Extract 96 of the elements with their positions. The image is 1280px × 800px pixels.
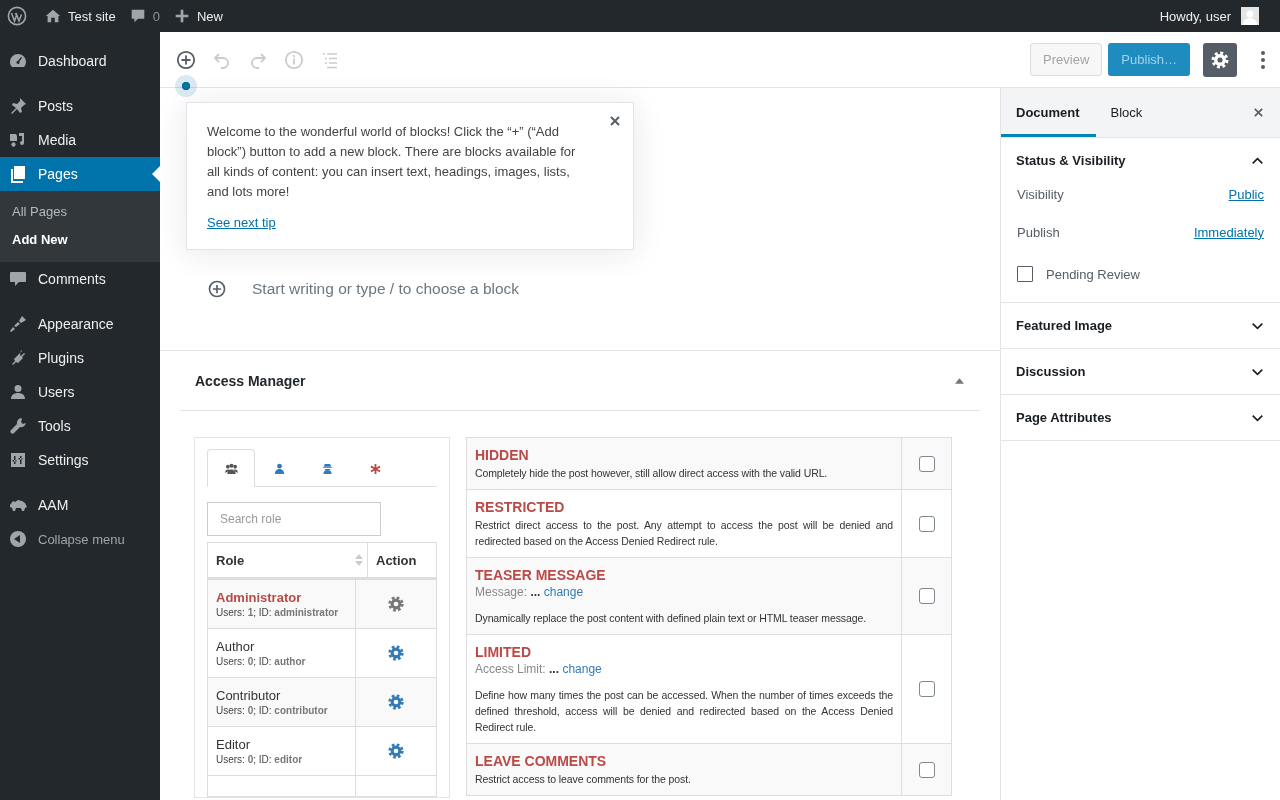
menu-item[interactable]: Settings [0,443,160,477]
gear-icon[interactable] [387,742,405,760]
option-description: Define how many times the post can be accessed. When the number of times exceeds the defined threshold, access will be denied and redirected based on the Access Denied Redirect rule. [475,688,893,735]
sidebar-tab[interactable]: Block [1095,88,1159,137]
menu-item[interactable]: Appearance [0,307,160,341]
checkbox[interactable] [918,515,935,532]
column-header: Action [375,551,418,570]
chevron-up-icon [1251,156,1264,165]
menu-item[interactable]: Users [0,375,160,409]
change-link[interactable]: change [562,662,602,676]
comment-icon [8,269,28,289]
tip-text: Welcome to the wonderful world of blocks! Click the “+” (“Add block”) button to add a new block. There are blocks available for all kinds of content: you can insert text, headings, images, lists, and lots more! [207,123,577,201]
section-toggle[interactable]: Page Attributes [1001,395,1280,440]
option-description: Completely hide the post however, still allow direct access with the valid URL. [475,466,829,481]
chevron-down-icon [1251,321,1264,330]
subject-tab[interactable] [207,449,255,487]
site-link[interactable]: Test site [44,7,116,25]
setting-label: Publish [1017,224,1060,240]
section-toggle[interactable]: Discussion [1001,349,1280,394]
collapse-icon [8,529,28,549]
gear-icon[interactable] [387,693,405,711]
sidebar-tab[interactable]: Document [1001,88,1096,137]
option-title: RESTRICTED [475,499,566,515]
change-link[interactable]: change [543,585,584,599]
person-icon [272,462,286,474]
account-link[interactable]: Howdy, user [1159,7,1259,25]
submenu-item[interactable]: Add New [0,226,160,254]
checkbox-label: Pending Review [1046,266,1140,282]
menu-item[interactable]: Pages [0,157,160,191]
group-icon [224,462,238,474]
menu-item[interactable]: Tools [0,409,160,443]
option-title: TEASER MESSAGE [475,567,607,583]
checkbox[interactable] [918,588,935,604]
checkbox[interactable] [918,455,935,472]
search-field[interactable]: Search role [207,502,381,536]
menu-item[interactable]: Media [0,123,160,157]
sort-icon [355,554,363,566]
option-description: Dynamically replace the post content with defined plain text or HTML teaser message. [475,611,867,626]
wrench-icon [8,416,28,436]
close-icon[interactable] [1253,107,1264,118]
chevron-down-icon [1251,367,1264,376]
collapse-menu-button[interactable]: Collapse menu [0,522,160,556]
pages-icon [8,164,28,184]
gear-icon [1210,49,1230,70]
hooded-person-icon [320,462,334,474]
logo-icon[interactable] [7,6,27,26]
checkbox[interactable] [1017,266,1033,282]
comments-link[interactable]: 0 [128,7,160,25]
setting-label: Access Limit: [475,662,546,676]
asterisk-icon [368,462,382,474]
option-title: LEAVE COMMENTS [475,753,608,769]
setting-link[interactable]: Public [1228,186,1264,202]
next-tip-link[interactable]: See next tip [207,215,276,230]
menu-item[interactable]: Comments [0,262,160,296]
comment-count: 0 [152,8,160,24]
menu-item[interactable]: AAM [0,488,160,522]
setting-label: Visibility [1017,186,1064,202]
setting-value: ... [530,585,541,599]
checkbox[interactable] [918,761,935,778]
sliders-icon [8,450,28,470]
option-title: LIMITED [475,644,532,660]
option-description: Restrict access to leave comments for the post. [475,772,692,787]
menu-item[interactable]: Posts [0,89,160,123]
avatar-icon [1241,7,1259,25]
section-toggle[interactable]: Featured Image [1001,303,1280,348]
more-menu-icon[interactable] [1260,49,1266,70]
option-title: HIDDEN [475,447,530,463]
section-toggle[interactable]: Status & Visibility [1001,138,1280,183]
brush-icon [8,314,28,334]
gear-icon[interactable] [387,595,405,613]
greeting: Howdy, user [1159,8,1231,24]
gear-icon[interactable] [387,644,405,662]
person-icon [8,382,28,402]
option-description: Restrict direct access to the post. Any attempt to access the post will be denied and redirected based on the Access Denied Redirect rule. [475,518,893,549]
block-placeholder[interactable]: Start writing or type / to choose a block [252,280,520,298]
menu-item[interactable]: Plugins [0,341,160,375]
setting-link[interactable]: Immediately [1193,224,1264,240]
site-name: Test site [68,8,116,24]
submenu-item[interactable]: All Pages [0,198,160,226]
settings-button[interactable] [1203,42,1237,77]
add-block-icon[interactable] [206,278,228,300]
home-icon [44,7,62,25]
chevron-down-icon [1251,413,1264,422]
checkbox[interactable] [918,681,935,697]
role-cell[interactable]: Author Users: 0; ID: author [208,629,356,677]
panel-title: Access Manager [195,372,306,389]
triangle-up-icon[interactable] [955,377,964,384]
role-cell[interactable]: Editor Users: 0; ID: editor [208,727,356,775]
setting-value: ... [549,662,560,676]
close-icon[interactable] [609,115,621,127]
column-header[interactable]: Role [208,543,368,577]
new-link[interactable]: New [172,7,223,25]
tip-indicator[interactable] [175,74,197,97]
setting-label: Message: [475,585,528,599]
new-label: New [196,8,223,24]
menu-item[interactable]: Dashboard [0,44,160,78]
